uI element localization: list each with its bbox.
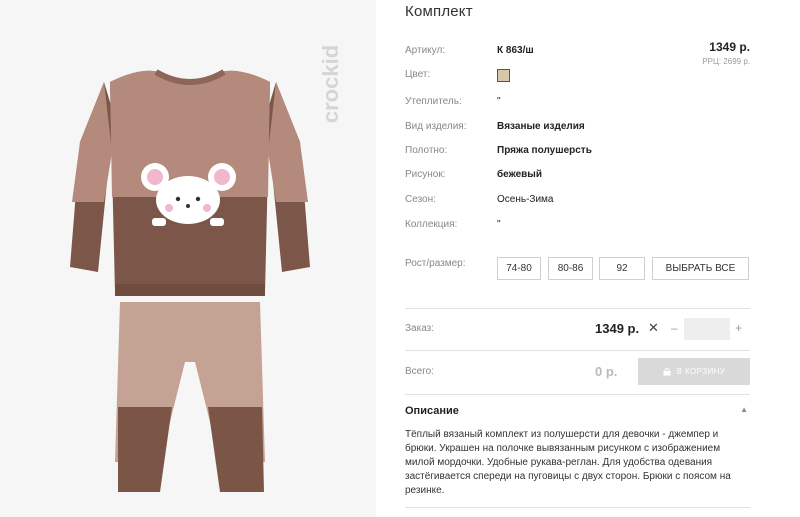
attr-color: Цвет: bbox=[405, 69, 750, 83]
divider bbox=[405, 507, 750, 508]
attr-value: " bbox=[497, 96, 501, 107]
attr-value: бежевый bbox=[497, 169, 542, 180]
attr-pattern: Рисунок: бежевый bbox=[405, 169, 750, 183]
attr-article: Артикул: К 863/ш bbox=[405, 45, 750, 59]
total-price: 0 р. bbox=[595, 364, 618, 379]
product-title: Комплект bbox=[405, 3, 473, 20]
attr-season: Сезон: Осень-Зима bbox=[405, 194, 750, 208]
attr-fabric: Полотно: Пряжа полушерсть bbox=[405, 145, 750, 159]
add-to-cart-button[interactable]: В КОРЗИНУ bbox=[638, 358, 750, 385]
attr-label: Утеплитель: bbox=[405, 96, 462, 107]
divider bbox=[405, 350, 750, 351]
attr-label: Сезон: bbox=[405, 194, 436, 205]
color-swatch[interactable] bbox=[497, 69, 510, 82]
product-photo-panel: crockid bbox=[0, 0, 376, 517]
attr-value: " bbox=[497, 219, 501, 230]
brand-logo: crockid bbox=[318, 45, 343, 123]
attr-label: Вид изделия: bbox=[405, 121, 467, 132]
size-option-80-86[interactable]: 80-86 bbox=[548, 257, 593, 280]
description-text: Тёплый вязаный комплект из полушерсти дл… bbox=[405, 429, 731, 496]
divider bbox=[405, 308, 750, 309]
increase-quantity-button[interactable]: + bbox=[735, 321, 742, 335]
total-label: Всего: bbox=[405, 366, 434, 377]
select-all-sizes-button[interactable]: ВЫБРАТЬ ВСЕ bbox=[652, 257, 749, 280]
lock-icon bbox=[663, 367, 671, 376]
chevron-up-icon[interactable]: ▲ bbox=[740, 405, 748, 414]
clear-icon[interactable]: ✕ bbox=[648, 320, 659, 336]
attr-value: Осень-Зима bbox=[497, 194, 554, 205]
attr-label: Артикул: bbox=[405, 45, 446, 56]
divider bbox=[405, 394, 750, 395]
attr-value: Пряжа полушерсть bbox=[497, 145, 592, 156]
attr-collection: Коллекция: " bbox=[405, 219, 750, 233]
product-image bbox=[70, 69, 310, 492]
order-label: Заказ: bbox=[405, 323, 435, 334]
attr-insulation: Утеплитель: " bbox=[405, 96, 750, 110]
attr-label: Коллекция: bbox=[405, 219, 458, 230]
decrease-quantity-button[interactable]: – bbox=[671, 321, 678, 335]
size-option-74-80[interactable]: 74-80 bbox=[497, 257, 541, 280]
quantity-input[interactable] bbox=[684, 318, 730, 340]
attr-label: Рисунок: bbox=[405, 169, 446, 180]
attr-label: Цвет: bbox=[405, 69, 431, 80]
product-info: Комплект 1349 р. РРЦ: 2699 р. Артикул: К… bbox=[405, 0, 750, 517]
svg-text:crockid: crockid bbox=[318, 45, 343, 123]
order-price: 1349 р. bbox=[595, 321, 640, 336]
attr-item-type: Вид изделия: Вязаные изделия bbox=[405, 121, 750, 135]
attr-label: Рост/размер: bbox=[405, 258, 466, 269]
cart-button-label: В КОРЗИНУ bbox=[676, 367, 726, 376]
attr-value: Вязаные изделия bbox=[497, 121, 585, 132]
size-option-92[interactable]: 92 bbox=[599, 257, 645, 280]
description-heading[interactable]: Описание bbox=[405, 405, 459, 417]
attr-label: Полотно: bbox=[405, 145, 448, 156]
attr-value: К 863/ш bbox=[497, 45, 534, 56]
